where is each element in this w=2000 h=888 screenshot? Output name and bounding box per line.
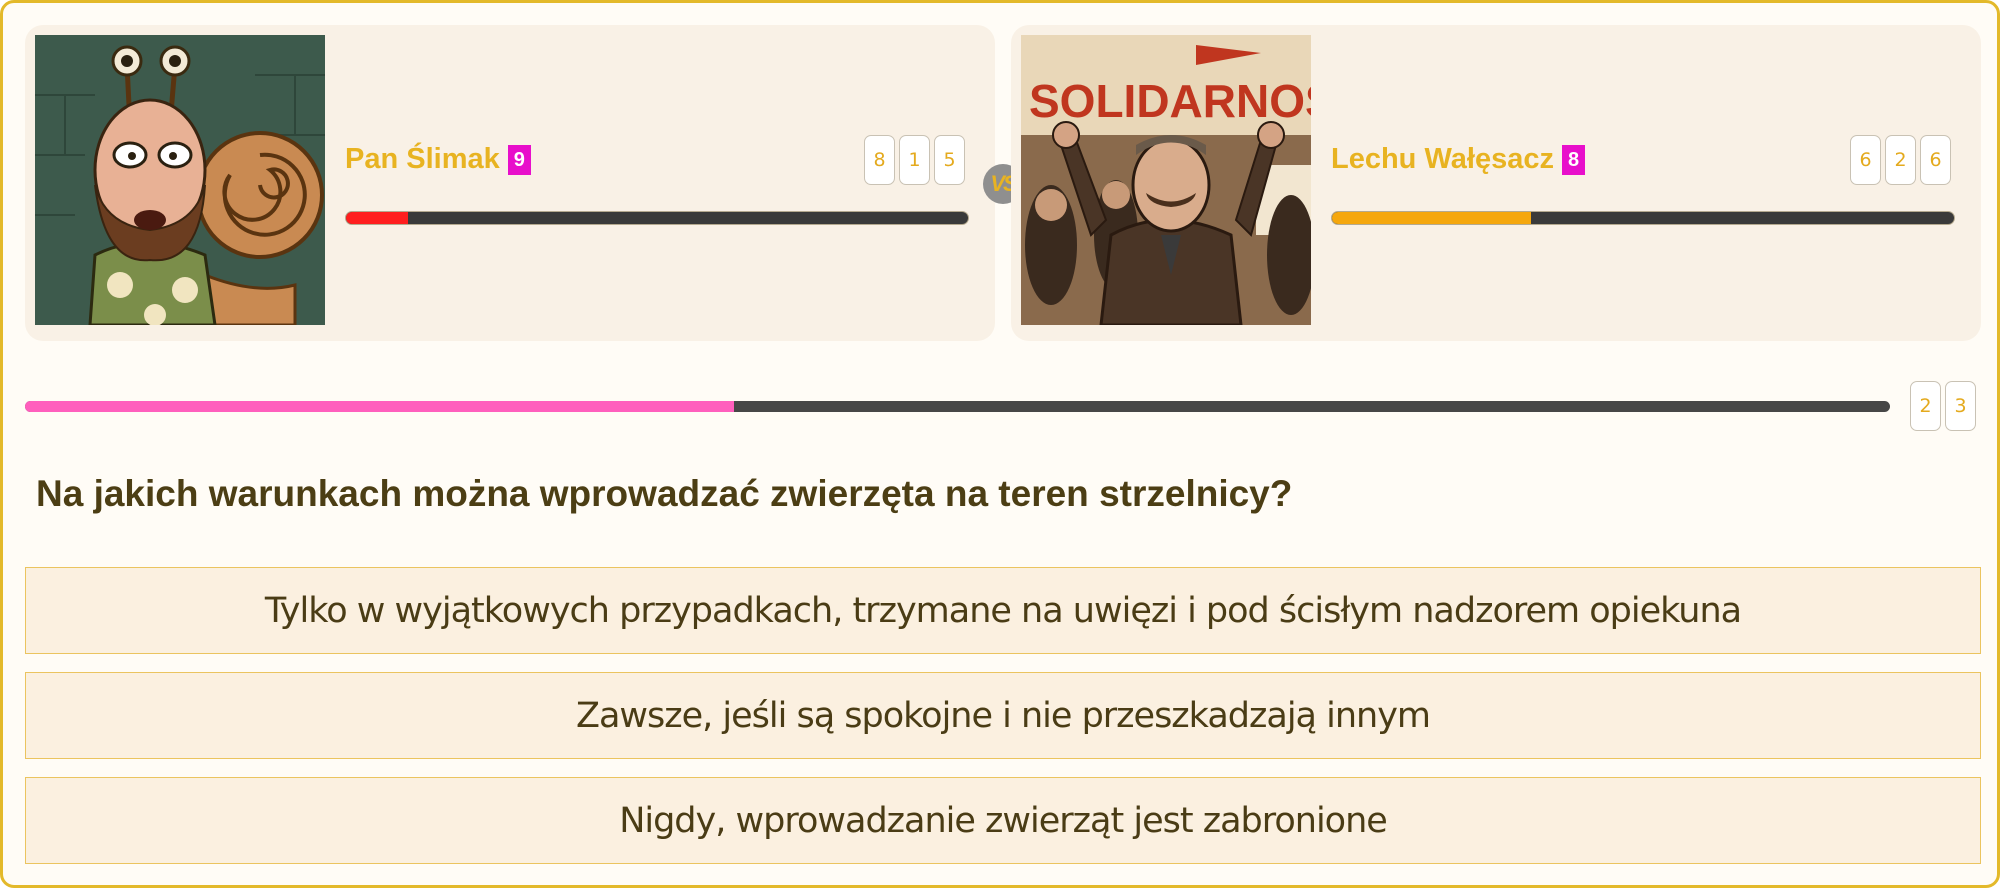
snail-man-portrait-icon xyxy=(35,35,325,325)
player1-level-badge: 9 xyxy=(507,144,531,175)
player1-name: Pan Ślimak xyxy=(345,143,500,175)
player-card-left: Pan Ślimak 9 8 1 5 xyxy=(25,25,995,341)
player1-score-digit: 1 xyxy=(899,135,930,185)
player2-score-digit: 2 xyxy=(1885,135,1916,185)
question-progress-fill xyxy=(25,401,734,412)
player1-name-row: Pan Ślimak 9 xyxy=(345,143,531,176)
player2-avatar: SOLIDARNOŚĆ xyxy=(1021,35,1311,325)
player1-health-fill xyxy=(346,212,409,224)
solidarnosc-rally-portrait-icon: SOLIDARNOŚĆ xyxy=(1021,35,1311,325)
player2-score-digit: 6 xyxy=(1920,135,1951,185)
player2-health-fill xyxy=(1332,212,1532,224)
answer-button-3[interactable]: Nigdy, wprowadzanie zwierząt jest zabron… xyxy=(25,777,1981,864)
question-counter-digit: 3 xyxy=(1945,381,1976,431)
player1-score-digit: 8 xyxy=(864,135,895,185)
question-counter-digit: 2 xyxy=(1910,381,1941,431)
player1-score-digit: 5 xyxy=(934,135,965,185)
player2-name-row: Lechu Wałęsacz 8 xyxy=(1331,143,1586,176)
game-frame: Pan Ślimak 9 8 1 5 VS SOLIDARNOŚĆ xyxy=(0,0,2000,888)
question-text: Na jakich warunkach można wprowadzać zwi… xyxy=(36,473,1293,514)
answer-button-2[interactable]: Zawsze, jeśli są spokojne i nie przeszka… xyxy=(25,672,1981,759)
player-card-right: SOLIDARNOŚĆ xyxy=(1011,25,1981,341)
player1-health-bar xyxy=(345,211,969,225)
answer-button-1[interactable]: Tylko w wyjątkowych przypadkach, trzyman… xyxy=(25,567,1981,654)
question-progress-bar xyxy=(25,401,1890,412)
player2-name: Lechu Wałęsacz xyxy=(1331,143,1554,175)
solidarnosc-banner-text: SOLIDARNOŚĆ xyxy=(1029,75,1311,127)
player2-score-digit: 6 xyxy=(1850,135,1881,185)
player1-score: 8 1 5 xyxy=(864,135,965,185)
question-counter: 2 3 xyxy=(1910,381,1976,431)
player2-score: 6 2 6 xyxy=(1850,135,1951,185)
player2-level-badge: 8 xyxy=(1561,144,1586,175)
player2-health-bar xyxy=(1331,211,1955,225)
player1-avatar xyxy=(35,35,325,325)
